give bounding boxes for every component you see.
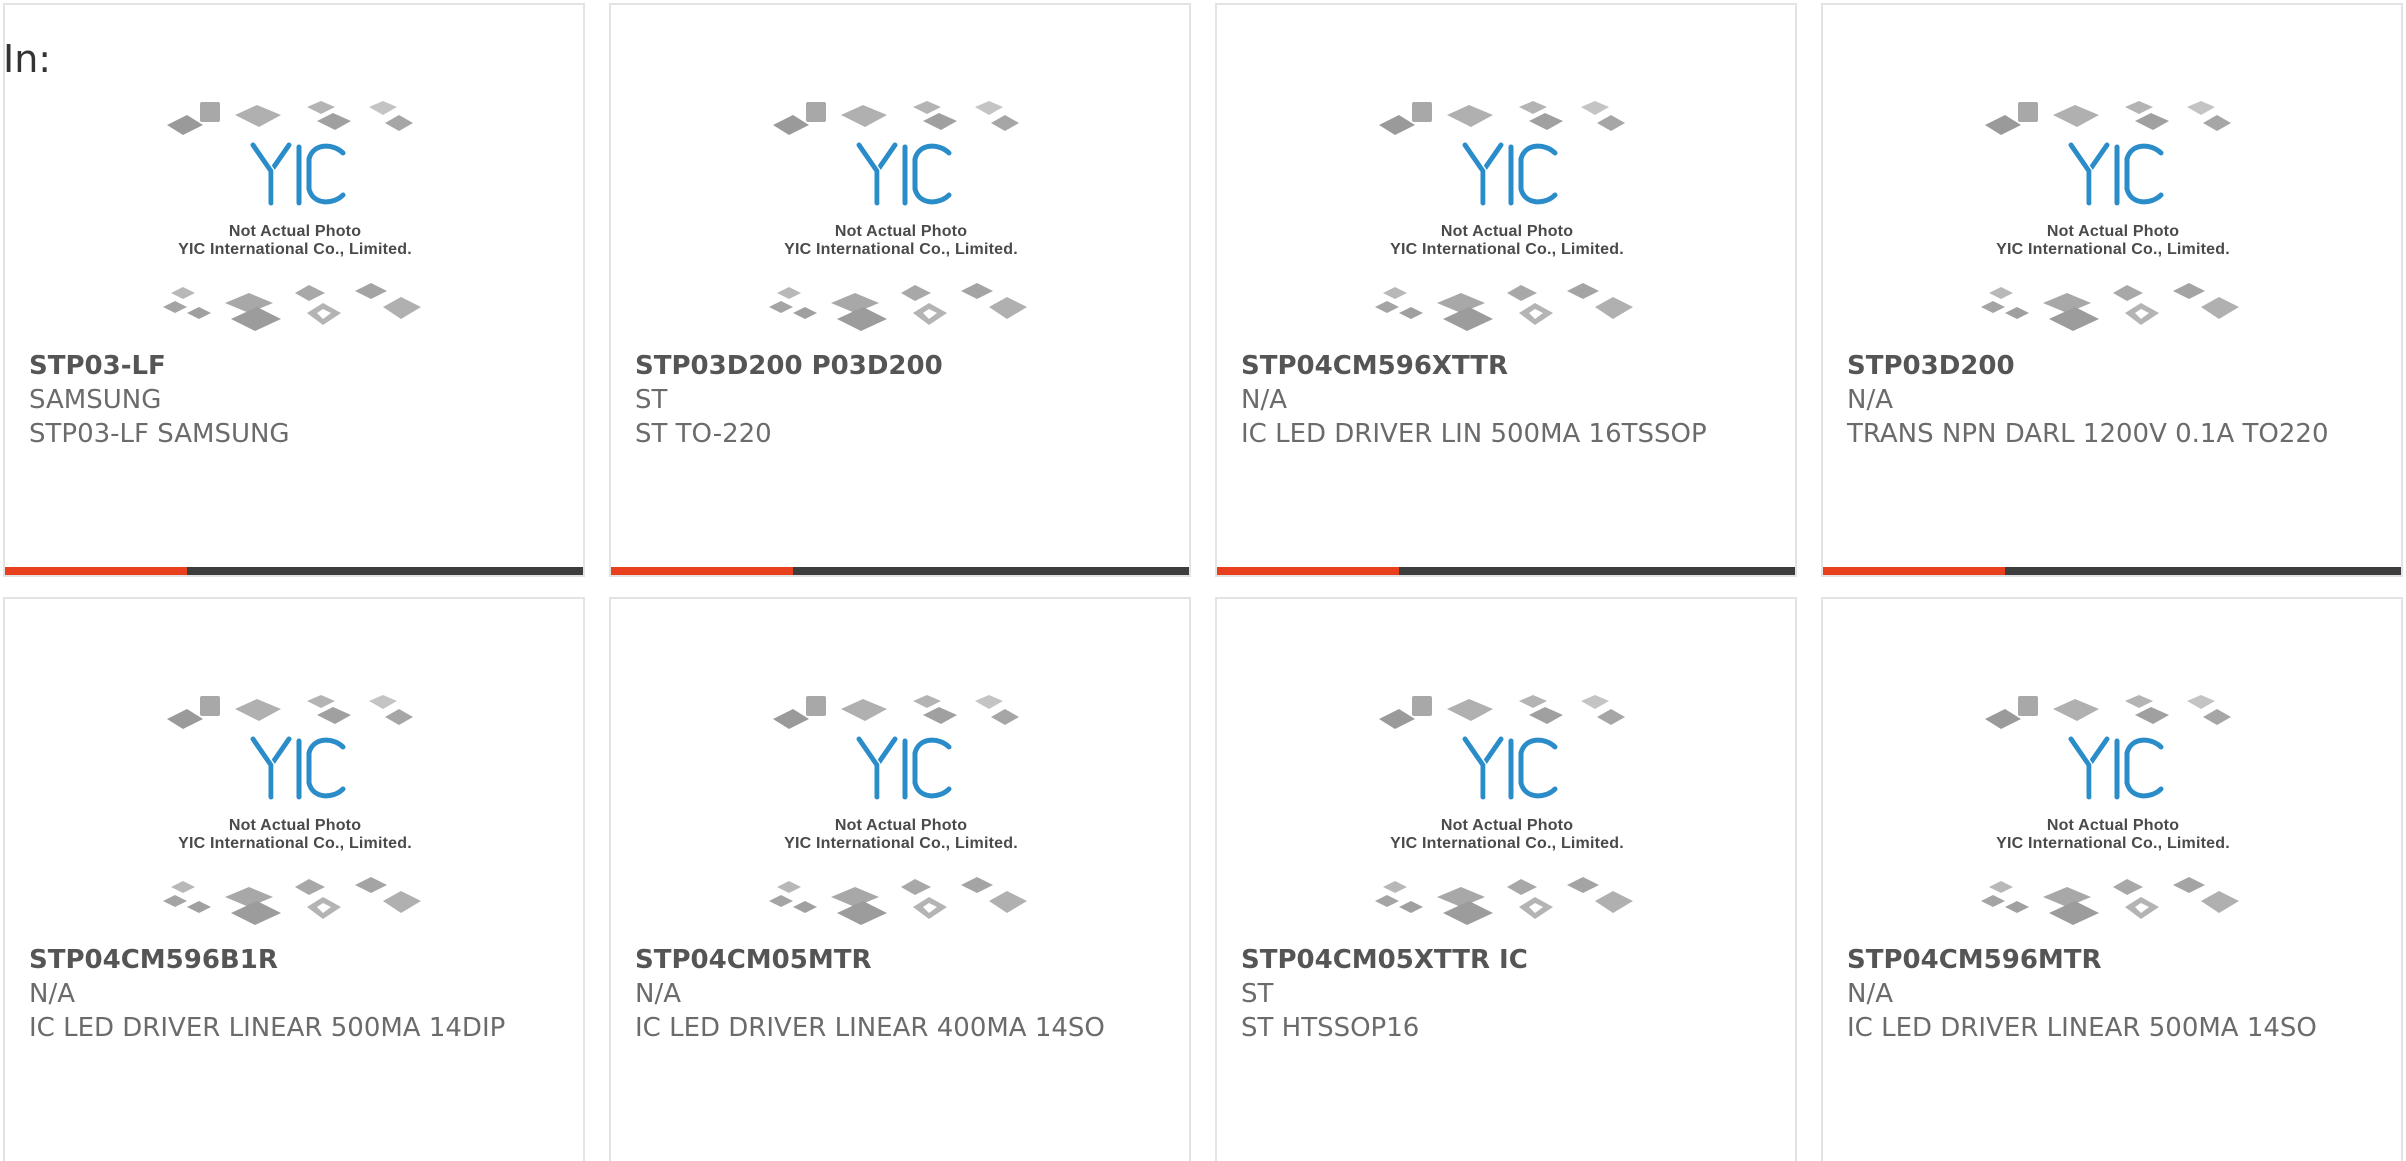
- card-footer-bar: [1217, 567, 1795, 575]
- placeholder-company: YIC International Co., Limited.: [1996, 835, 2230, 852]
- card-footer-bar: [611, 567, 1189, 575]
- product-description: ST TO-220: [635, 419, 772, 449]
- product-card[interactable]: Not Actual Photo YIC International Co., …: [1215, 3, 1797, 577]
- chip-placeholder-image: [769, 695, 1027, 925]
- product-thumbnail[interactable]: Not Actual Photo YIC International Co., …: [1975, 93, 2251, 339]
- product-description: ST HTSSOP16: [1241, 1013, 1420, 1043]
- product-thumbnail[interactable]: Not Actual Photo YIC International Co., …: [157, 93, 433, 339]
- placeholder-company: YIC International Co., Limited.: [178, 835, 412, 852]
- product-card[interactable]: Not Actual Photo YIC International Co., …: [1821, 3, 2403, 577]
- manufacturer-label: N/A: [1241, 385, 1287, 415]
- card-footer-bar: [1823, 567, 2401, 575]
- chip-placeholder-image: [163, 695, 421, 925]
- part-number-link[interactable]: STP04CM596B1R: [29, 943, 559, 977]
- placeholder-company: YIC International Co., Limited.: [178, 241, 412, 258]
- product-thumbnail[interactable]: Not Actual Photo YIC International Co., …: [1369, 93, 1645, 339]
- placeholder-company: YIC International Co., Limited.: [1996, 241, 2230, 258]
- placeholder-caption: Not Actual Photo: [834, 223, 968, 240]
- placeholder-caption: Not Actual Photo: [1440, 817, 1574, 834]
- product-description: IC LED DRIVER LINEAR 400MA 14SO: [635, 1013, 1105, 1043]
- card-footer-accent: [611, 567, 793, 575]
- chip-placeholder-image: [163, 101, 421, 331]
- product-description: IC LED DRIVER LIN 500MA 16TSSOP: [1241, 419, 1707, 449]
- manufacturer-label: SAMSUNG: [29, 385, 162, 415]
- product-card[interactable]: Not Actual Photo YIC International Co., …: [3, 597, 585, 1161]
- product-description: TRANS NPN DARL 1200V 0.1A TO220: [1847, 419, 2329, 449]
- part-number-link[interactable]: STP03D200: [1847, 349, 2377, 383]
- product-grid: Not Actual Photo YIC International Co., …: [3, 3, 2403, 1161]
- placeholder-company: YIC International Co., Limited.: [784, 835, 1018, 852]
- chip-placeholder-image: [1375, 695, 1633, 925]
- manufacturer-label: ST: [635, 385, 668, 415]
- product-info: STP04CM596XTTR N/A IC LED DRIVER LIN 500…: [1241, 349, 1771, 451]
- product-info: STP04CM05MTR N/A IC LED DRIVER LINEAR 40…: [635, 943, 1165, 1045]
- placeholder-caption: Not Actual Photo: [2046, 817, 2180, 834]
- product-grid-page: Not Actual Photo YIC International Co., …: [0, 0, 2406, 1161]
- product-card[interactable]: Not Actual Photo YIC International Co., …: [3, 3, 585, 577]
- manufacturer-label: N/A: [1847, 979, 1893, 1009]
- chip-placeholder-image: [769, 101, 1027, 331]
- product-card[interactable]: Not Actual Photo YIC International Co., …: [609, 597, 1191, 1161]
- chip-placeholder-image: [1981, 695, 2239, 925]
- part-number-link[interactable]: STP04CM596XTTR: [1241, 349, 1771, 383]
- product-thumbnail[interactable]: Not Actual Photo YIC International Co., …: [763, 687, 1039, 933]
- card-footer-accent: [1217, 567, 1399, 575]
- placeholder-caption: Not Actual Photo: [834, 817, 968, 834]
- part-number-link[interactable]: STP04CM596MTR: [1847, 943, 2377, 977]
- manufacturer-label: ST: [1241, 979, 1274, 1009]
- placeholder-company: YIC International Co., Limited.: [784, 241, 1018, 258]
- product-info: STP03D200 P03D200 ST ST TO-220: [635, 349, 1165, 451]
- placeholder-caption: Not Actual Photo: [228, 223, 362, 240]
- placeholder-caption: Not Actual Photo: [2046, 223, 2180, 240]
- in-label: In:: [3, 37, 52, 81]
- chip-placeholder-image: [1375, 101, 1633, 331]
- product-card[interactable]: Not Actual Photo YIC International Co., …: [1215, 597, 1797, 1161]
- product-card[interactable]: Not Actual Photo YIC International Co., …: [1821, 597, 2403, 1161]
- product-info: STP03D200 N/A TRANS NPN DARL 1200V 0.1A …: [1847, 349, 2377, 451]
- card-footer-accent: [5, 567, 187, 575]
- part-number-link[interactable]: STP03-LF: [29, 349, 559, 383]
- product-info: STP04CM05XTTR IC ST ST HTSSOP16: [1241, 943, 1771, 1045]
- manufacturer-label: N/A: [635, 979, 681, 1009]
- card-footer-accent: [1823, 567, 2005, 575]
- product-thumbnail[interactable]: Not Actual Photo YIC International Co., …: [1975, 687, 2251, 933]
- chip-placeholder-image: [1981, 101, 2239, 331]
- card-footer-bar: [5, 567, 583, 575]
- placeholder-caption: Not Actual Photo: [228, 817, 362, 834]
- product-thumbnail[interactable]: Not Actual Photo YIC International Co., …: [763, 93, 1039, 339]
- placeholder-company: YIC International Co., Limited.: [1390, 241, 1624, 258]
- manufacturer-label: N/A: [29, 979, 75, 1009]
- product-info: STP04CM596MTR N/A IC LED DRIVER LINEAR 5…: [1847, 943, 2377, 1045]
- product-info: STP03-LF SAMSUNG STP03-LF SAMSUNG: [29, 349, 559, 451]
- placeholder-company: YIC International Co., Limited.: [1390, 835, 1624, 852]
- manufacturer-label: N/A: [1847, 385, 1893, 415]
- product-thumbnail[interactable]: Not Actual Photo YIC International Co., …: [1369, 687, 1645, 933]
- product-description: IC LED DRIVER LINEAR 500MA 14DIP: [29, 1013, 506, 1043]
- product-card[interactable]: Not Actual Photo YIC International Co., …: [609, 3, 1191, 577]
- product-info: STP04CM596B1R N/A IC LED DRIVER LINEAR 5…: [29, 943, 559, 1045]
- part-number-link[interactable]: STP04CM05XTTR IC: [1241, 943, 1771, 977]
- product-description: STP03-LF SAMSUNG: [29, 419, 290, 449]
- part-number-link[interactable]: STP03D200 P03D200: [635, 349, 1165, 383]
- placeholder-caption: Not Actual Photo: [1440, 223, 1574, 240]
- part-number-link[interactable]: STP04CM05MTR: [635, 943, 1165, 977]
- product-description: IC LED DRIVER LINEAR 500MA 14SO: [1847, 1013, 2317, 1043]
- product-thumbnail[interactable]: Not Actual Photo YIC International Co., …: [157, 687, 433, 933]
